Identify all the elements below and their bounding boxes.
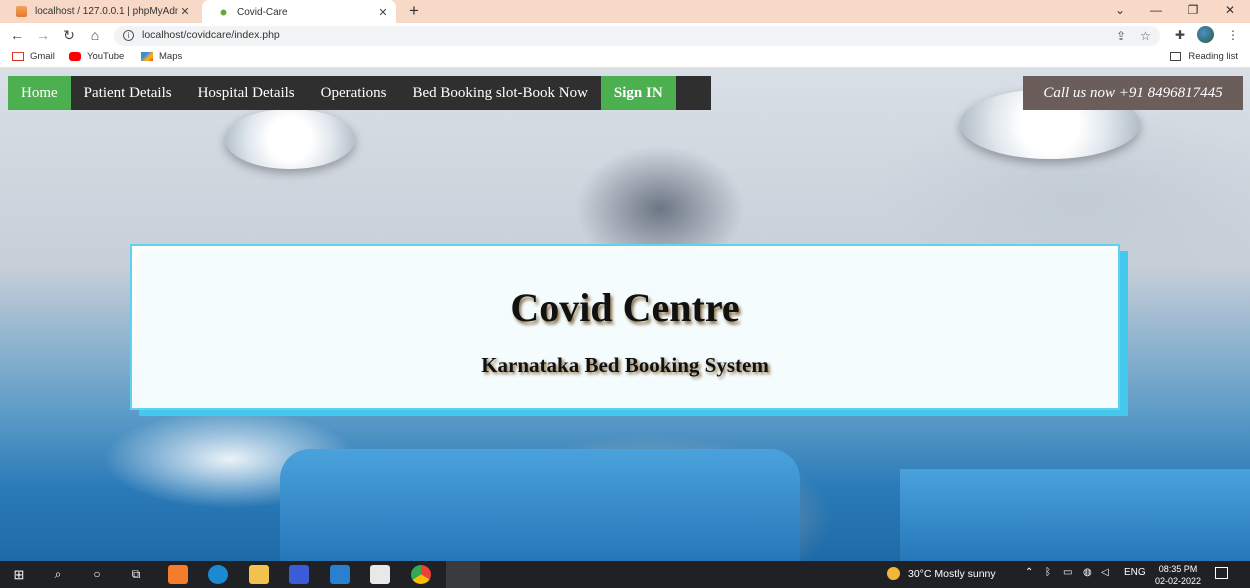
url-text[interactable]: localhost/covidcare/index.php (142, 29, 280, 41)
signin-button[interactable]: Sign IN (600, 76, 676, 110)
tab-close-icon[interactable]: ✕ (178, 5, 192, 18)
windows-start-icon[interactable]: ⊞ (9, 565, 29, 584)
forward-arrow-icon[interactable]: → (33, 26, 53, 46)
edge-icon[interactable] (208, 565, 228, 584)
phpmyadmin-favicon-icon (16, 6, 27, 17)
extensions-puzzle-icon[interactable]: ✚ (1170, 26, 1190, 46)
new-tab-button[interactable]: + (404, 2, 424, 22)
site-info-icon[interactable]: i (123, 30, 134, 41)
browser-tab-strip: localhost / 127.0.0.1 | phpMyAdm ✕ Covid… (0, 0, 1250, 24)
reading-list-button[interactable]: Reading list (1170, 51, 1238, 62)
store-icon[interactable] (370, 565, 390, 584)
nav-bed-booking[interactable]: Bed Booking slot-Book Now (399, 76, 600, 110)
main-nav: Home Patient Details Hospital Details Op… (8, 76, 711, 110)
task-view-icon[interactable]: ⧉ (126, 565, 146, 584)
chrome-icon[interactable] (411, 565, 431, 584)
nav-hospital-details[interactable]: Hospital Details (185, 76, 308, 110)
browser-toolbar: ← → ↻ ⌂ i localhost/covidcare/index.php … (0, 23, 1250, 48)
app-icon[interactable] (289, 565, 309, 584)
language-indicator[interactable]: ENG (1124, 567, 1146, 578)
tab-phpmyadmin[interactable]: localhost / 127.0.0.1 | phpMyAdm ✕ (0, 0, 198, 23)
notifications-icon[interactable] (1215, 567, 1228, 579)
chrome-active-icon[interactable] (446, 561, 480, 588)
surgical-drape-image (280, 449, 800, 561)
hero-subtitle: Karnataka Bed Booking System (481, 353, 769, 377)
tray-chevron-icon[interactable]: ⌃ (1025, 567, 1033, 578)
surgical-lamp-image (225, 109, 355, 169)
bookmark-label: Gmail (30, 51, 55, 62)
hero-title: Covid Centre (510, 285, 740, 330)
bookmark-youtube[interactable]: YouTube (69, 51, 124, 62)
clock[interactable]: 08:35 PM 02-02-2022 (1150, 563, 1206, 587)
minimize-button[interactable]: — (1136, 0, 1176, 23)
weather-text: 30°C Mostly sunny (908, 567, 996, 580)
network-icon[interactable]: ◍ (1083, 567, 1092, 578)
maps-icon (141, 52, 153, 61)
surgical-drape-image (900, 469, 1250, 561)
virus-favicon-icon (218, 6, 229, 18)
bookmark-label: YouTube (87, 51, 125, 62)
address-bar[interactable]: i localhost/covidcare/index.php ⇪ ☆ (114, 26, 1160, 46)
sun-icon (887, 567, 900, 580)
reading-list-icon (1170, 52, 1182, 61)
bookmarks-bar: Gmail YouTube Maps Reading list (0, 48, 1250, 68)
gmail-icon (12, 52, 24, 61)
bluetooth-icon[interactable]: ᛒ (1045, 567, 1051, 578)
weather-widget[interactable]: 30°C Mostly sunny (887, 567, 996, 580)
nav-home[interactable]: Home (8, 76, 71, 110)
nav-patient-details[interactable]: Patient Details (71, 76, 185, 110)
menu-dots-icon[interactable]: ⋮ (1223, 26, 1243, 46)
taskbar: ⊞ ⌕ ○ ⧉ 30°C Mostly sunny ⌃ ᛒ ▭ ◍ ◁ ENG … (0, 561, 1250, 588)
tab-title: localhost / 127.0.0.1 | phpMyAdm (35, 6, 178, 17)
bookmark-maps[interactable]: Maps (141, 51, 182, 62)
cortana-icon[interactable]: ○ (87, 565, 107, 584)
reading-list-label: Reading list (1188, 51, 1238, 62)
clock-date: 02-02-2022 (1154, 576, 1202, 586)
close-window-button[interactable]: ✕ (1210, 0, 1250, 23)
bookmark-star-icon[interactable]: ☆ (1140, 29, 1151, 43)
tab-title: Covid-Care (237, 6, 288, 18)
search-icon[interactable]: ⌕ (48, 565, 68, 584)
share-icon[interactable]: ⇪ (1116, 29, 1126, 43)
page-background: Home Patient Details Hospital Details Op… (0, 69, 1250, 561)
tab-close-icon[interactable]: ✕ (376, 6, 390, 19)
bookmark-label: Maps (159, 51, 183, 62)
tab-covid-care[interactable]: Covid-Care ✕ (202, 0, 396, 24)
xampp-icon[interactable] (168, 565, 188, 584)
youtube-icon (69, 52, 81, 61)
tab-search-icon[interactable]: ⌄ (1100, 0, 1140, 23)
reload-icon[interactable]: ↻ (59, 26, 79, 46)
battery-icon[interactable]: ▭ (1063, 567, 1072, 578)
back-arrow-icon[interactable]: ← (7, 26, 27, 46)
bookmark-gmail[interactable]: Gmail (12, 51, 55, 62)
volume-icon[interactable]: ◁ (1101, 567, 1109, 578)
maximize-button[interactable]: ❐ (1173, 0, 1213, 23)
file-explorer-icon[interactable] (249, 565, 269, 584)
call-us-link[interactable]: Call us now +91 8496817445 (1023, 76, 1243, 110)
mail-icon[interactable] (330, 565, 350, 584)
profile-avatar[interactable] (1197, 26, 1214, 43)
clock-time: 08:35 PM (1158, 564, 1198, 574)
hero-banner: Covid Centre Karnataka Bed Booking Syste… (130, 244, 1120, 410)
home-icon[interactable]: ⌂ (85, 26, 105, 46)
nav-operations[interactable]: Operations (308, 76, 400, 110)
